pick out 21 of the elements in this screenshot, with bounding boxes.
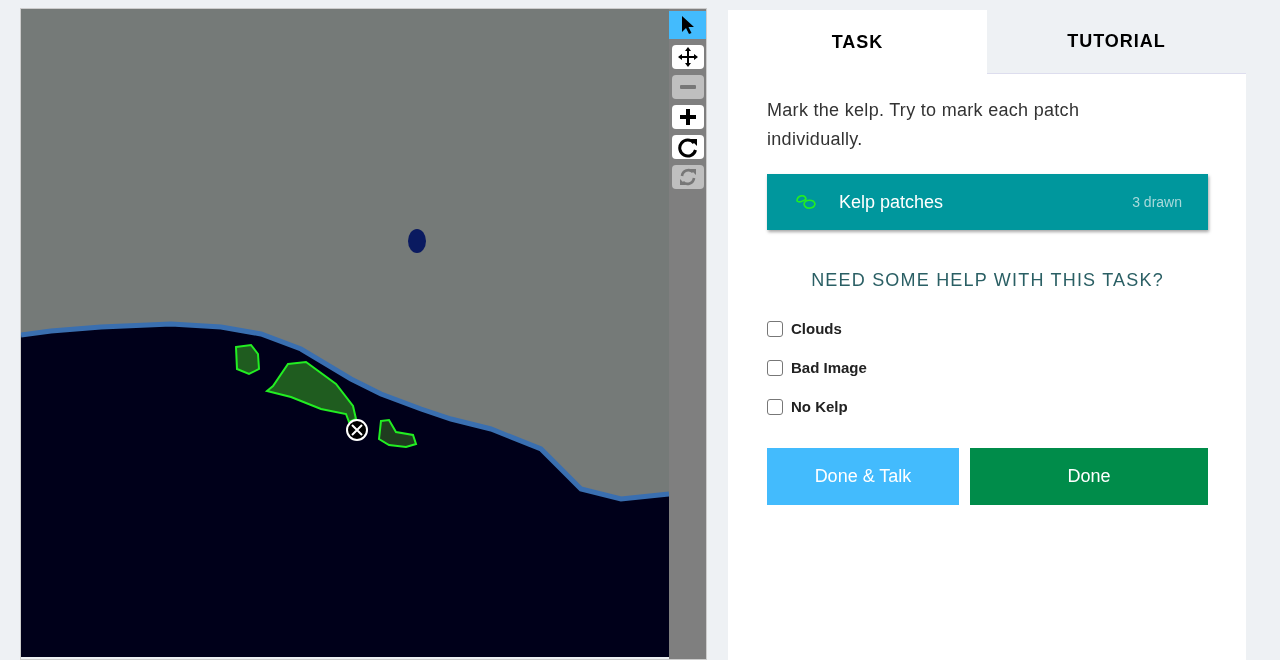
drawing-tool-button[interactable]: Kelp patches 3 drawn <box>767 174 1208 230</box>
lake <box>408 229 426 253</box>
map-tool-button[interactable] <box>671 105 704 129</box>
map-tool-button[interactable] <box>669 11 706 39</box>
help-heading: NEED SOME HELP WITH THIS TASK? <box>810 270 1165 291</box>
task-instruction: Mark the kelp. Try to mark each patch individually. <box>767 99 1081 151</box>
checkbox-label: Bad Image <box>791 359 867 376</box>
checkbox[interactable] <box>767 398 783 415</box>
rotate-icon <box>676 136 699 158</box>
checkbox[interactable] <box>767 320 783 337</box>
tab[interactable]: TUTORIAL <box>987 10 1246 74</box>
move-icon <box>676 46 699 68</box>
checkbox-label: Clouds <box>791 320 842 337</box>
checkbox-label: No Kelp <box>791 398 848 415</box>
polygon-tool-icon <box>795 193 817 211</box>
map-tool-button[interactable] <box>671 45 704 69</box>
checkbox[interactable] <box>767 359 783 376</box>
map-tool-button[interactable] <box>671 135 704 159</box>
zoom-out-icon <box>679 85 696 89</box>
kelp-outline <box>377 418 418 448</box>
done-button[interactable]: Done <box>970 448 1208 505</box>
